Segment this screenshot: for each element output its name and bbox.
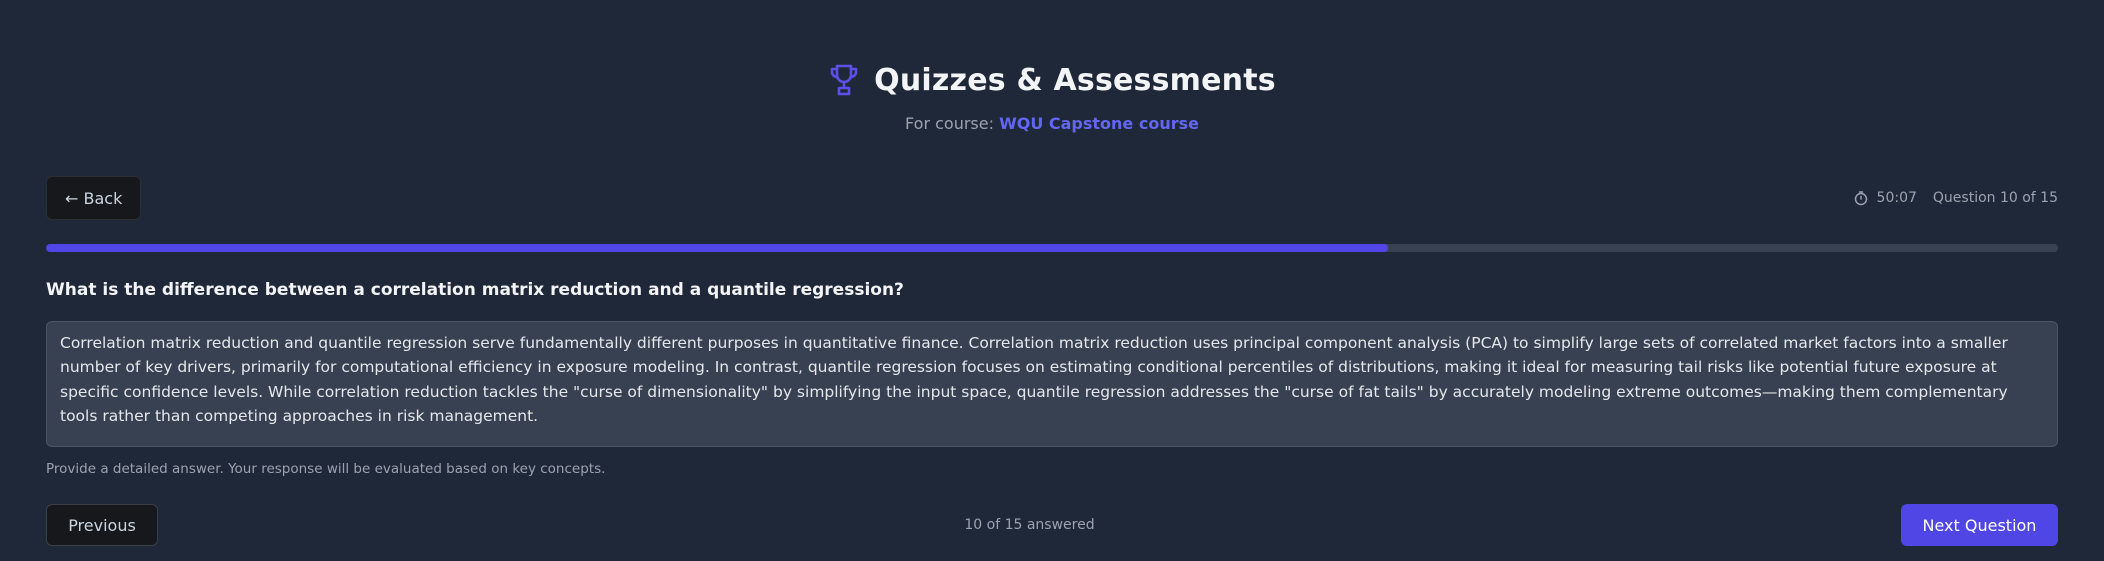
previous-button[interactable]: Previous	[46, 504, 158, 546]
stopwatch-icon	[1853, 190, 1869, 206]
answer-hint: Provide a detailed answer. Your response…	[46, 461, 606, 477]
quiz-toolbar: ← Back 50:07 Question 10 of 15	[46, 176, 2058, 220]
question-counter: Question 10 of 15	[1932, 190, 2058, 206]
answer-textarea[interactable]: Correlation matrix reduction and quantil…	[46, 321, 2058, 447]
progress-bar	[46, 244, 2058, 252]
quiz-footer: Previous 10 of 15 answered Next Question	[46, 504, 2058, 546]
question-text: What is the difference between a correla…	[46, 280, 904, 300]
answered-status: 10 of 15 answered	[964, 517, 1095, 533]
quiz-meta: 50:07 Question 10 of 15	[1853, 190, 2058, 206]
progress-bar-fill	[46, 244, 1388, 252]
course-subtitle: For course: WQU Capstone course	[46, 114, 2058, 133]
back-button[interactable]: ← Back	[46, 176, 142, 220]
course-link[interactable]: WQU Capstone course	[999, 114, 1199, 133]
page-title: Quizzes & Assessments	[874, 62, 1276, 98]
timer-value: 50:07	[1876, 190, 1917, 206]
trophy-icon	[828, 63, 860, 97]
title-row: Quizzes & Assessments	[46, 58, 2058, 102]
quiz-page: Quizzes & Assessments For course: WQU Ca…	[0, 0, 2104, 561]
course-prefix: For course:	[905, 114, 1000, 133]
timer: 50:07	[1853, 190, 1917, 206]
next-question-button[interactable]: Next Question	[1900, 504, 2058, 546]
page-header: Quizzes & Assessments For course: WQU Ca…	[46, 0, 2058, 133]
